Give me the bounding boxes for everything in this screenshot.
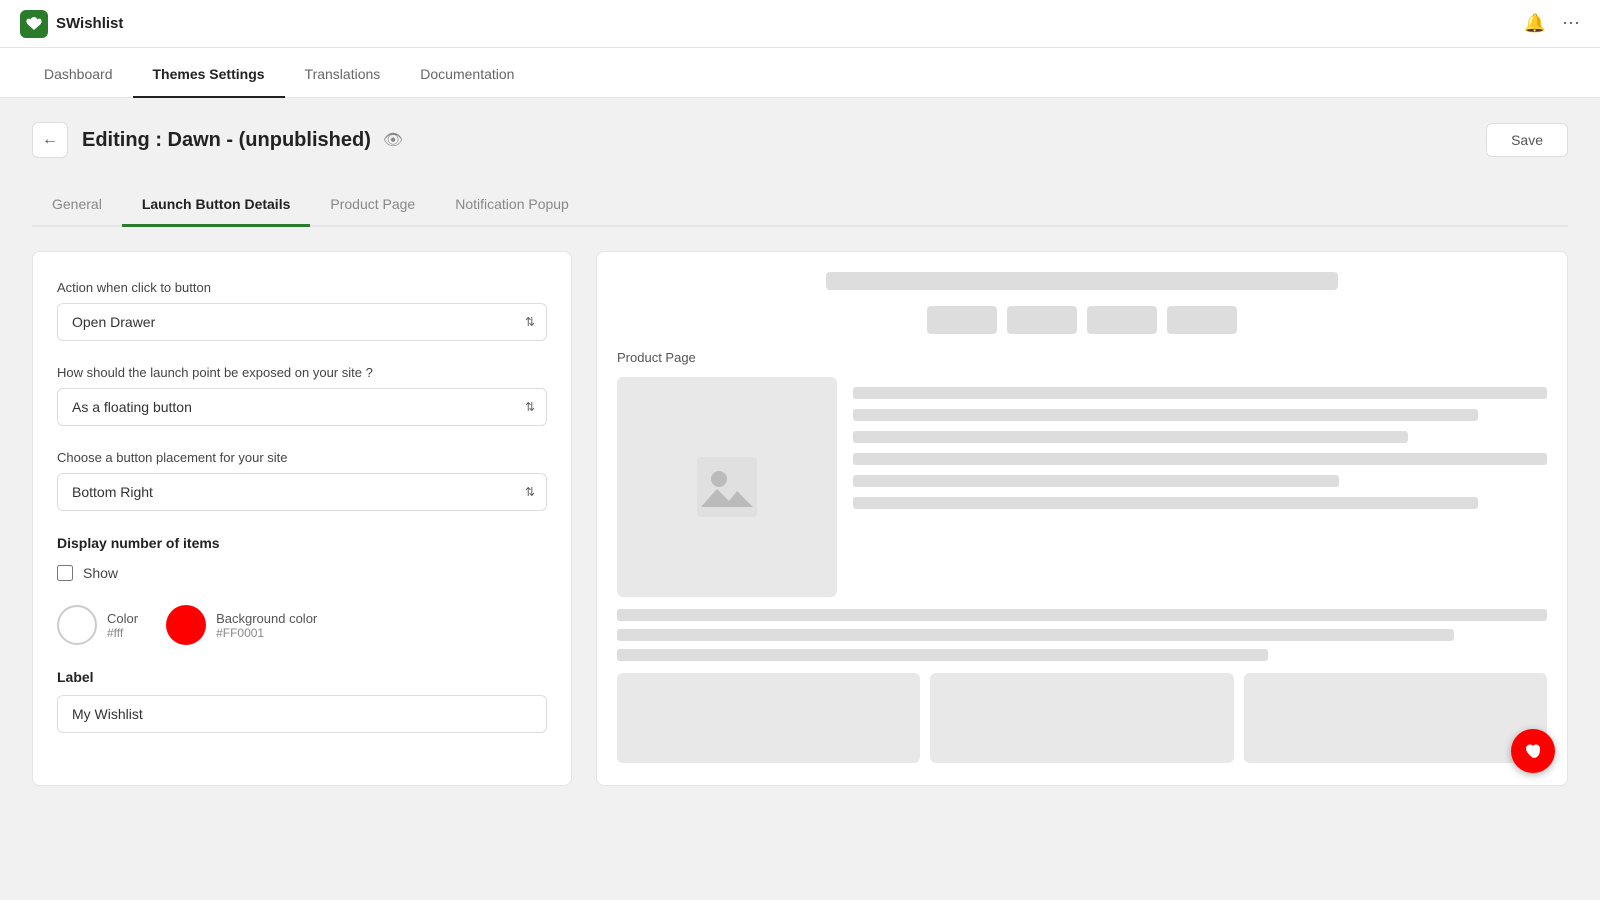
display-items-group: Display number of items Show bbox=[57, 535, 547, 581]
exposure-group: How should the launch point be exposed o… bbox=[57, 365, 547, 426]
action-select-wrapper: Open Drawer Open Page Open Modal ⇅ bbox=[57, 303, 547, 341]
logo-icon bbox=[20, 10, 48, 38]
color-row: Color #fff Background color #FF0001 bbox=[57, 605, 547, 645]
preview-eye-icon[interactable]: 👁 bbox=[383, 130, 403, 150]
nav-tab-themes-settings[interactable]: Themes Settings bbox=[133, 48, 285, 98]
preview-product-image bbox=[617, 377, 837, 597]
exposure-label: How should the launch point be exposed o… bbox=[57, 365, 547, 380]
color-swatch[interactable] bbox=[57, 605, 97, 645]
app-logo: SWishlist bbox=[20, 10, 123, 38]
app-name: SWishlist bbox=[56, 15, 123, 32]
floating-wishlist-button[interactable] bbox=[1511, 729, 1555, 773]
nav-tab-documentation[interactable]: Documentation bbox=[400, 48, 534, 98]
preview-content: Product Page bbox=[617, 272, 1547, 763]
nav-tab-translations[interactable]: Translations bbox=[285, 48, 401, 98]
topbar-actions: 🔔 ⋯ bbox=[1524, 13, 1580, 34]
preview-nav bbox=[617, 306, 1547, 334]
topbar: SWishlist 🔔 ⋯ bbox=[0, 0, 1600, 48]
exposure-select[interactable]: As a floating button In the header Custo… bbox=[57, 388, 547, 426]
nav-tab-dashboard[interactable]: Dashboard bbox=[24, 48, 133, 98]
save-button[interactable]: Save bbox=[1486, 123, 1568, 157]
right-panel: Product Page bbox=[596, 251, 1568, 786]
preview-cards bbox=[617, 673, 1547, 763]
show-checkbox[interactable] bbox=[57, 565, 73, 581]
placement-label: Choose a button placement for your site bbox=[57, 450, 547, 465]
page-header: ← Editing : Dawn - (unpublished) 👁 Save bbox=[32, 122, 1568, 158]
show-label[interactable]: Show bbox=[83, 565, 118, 581]
back-button[interactable]: ← bbox=[32, 122, 68, 158]
nav-tabs: Dashboard Themes Settings Translations D… bbox=[0, 48, 1600, 98]
placement-select-wrapper: Bottom Right Bottom Left Top Right Top L… bbox=[57, 473, 547, 511]
placement-select[interactable]: Bottom Right Bottom Left Top Right Top L… bbox=[57, 473, 547, 511]
main-content: ← Editing : Dawn - (unpublished) 👁 Save … bbox=[0, 98, 1600, 810]
color-item: Color #fff bbox=[57, 605, 138, 645]
product-page-label: Product Page bbox=[617, 350, 1547, 365]
sub-tab-general[interactable]: General bbox=[32, 186, 122, 227]
placement-group: Choose a button placement for your site … bbox=[57, 450, 547, 511]
preview-skeleton-lines bbox=[853, 377, 1547, 509]
action-label: Action when click to button bbox=[57, 280, 547, 295]
left-panel: Action when click to button Open Drawer … bbox=[32, 251, 572, 786]
label-group: Label bbox=[57, 669, 547, 733]
action-group: Action when click to button Open Drawer … bbox=[57, 280, 547, 341]
bg-color-value-text: #FF0001 bbox=[216, 626, 317, 640]
bg-color-swatch[interactable] bbox=[166, 605, 206, 645]
bg-color-item: Background color #FF0001 bbox=[166, 605, 317, 645]
page-title: Editing : Dawn - (unpublished) bbox=[82, 129, 371, 152]
color-value-text: #fff bbox=[107, 626, 138, 640]
display-items-title: Display number of items bbox=[57, 535, 547, 551]
exposure-select-wrapper: As a floating button In the header Custo… bbox=[57, 388, 547, 426]
color-info: Color #fff bbox=[107, 611, 138, 640]
action-select[interactable]: Open Drawer Open Page Open Modal bbox=[57, 303, 547, 341]
label-section-title: Label bbox=[57, 669, 547, 685]
color-label: Color bbox=[107, 611, 138, 626]
sub-tab-launch-button-details[interactable]: Launch Button Details bbox=[122, 186, 311, 227]
sub-tab-notification-popup[interactable]: Notification Popup bbox=[435, 186, 589, 227]
notification-icon[interactable]: 🔔 bbox=[1524, 13, 1546, 34]
preview-product-row bbox=[617, 377, 1547, 597]
bg-color-info: Background color #FF0001 bbox=[216, 611, 317, 640]
content-grid: Action when click to button Open Drawer … bbox=[32, 251, 1568, 786]
more-options-icon[interactable]: ⋯ bbox=[1562, 13, 1580, 34]
bg-color-label: Background color bbox=[216, 611, 317, 626]
sub-tab-product-page[interactable]: Product Page bbox=[310, 186, 435, 227]
sub-tabs: General Launch Button Details Product Pa… bbox=[32, 186, 1568, 227]
preview-bottom-bars bbox=[617, 609, 1547, 661]
label-input[interactable] bbox=[57, 695, 547, 733]
show-checkbox-row: Show bbox=[57, 565, 547, 581]
